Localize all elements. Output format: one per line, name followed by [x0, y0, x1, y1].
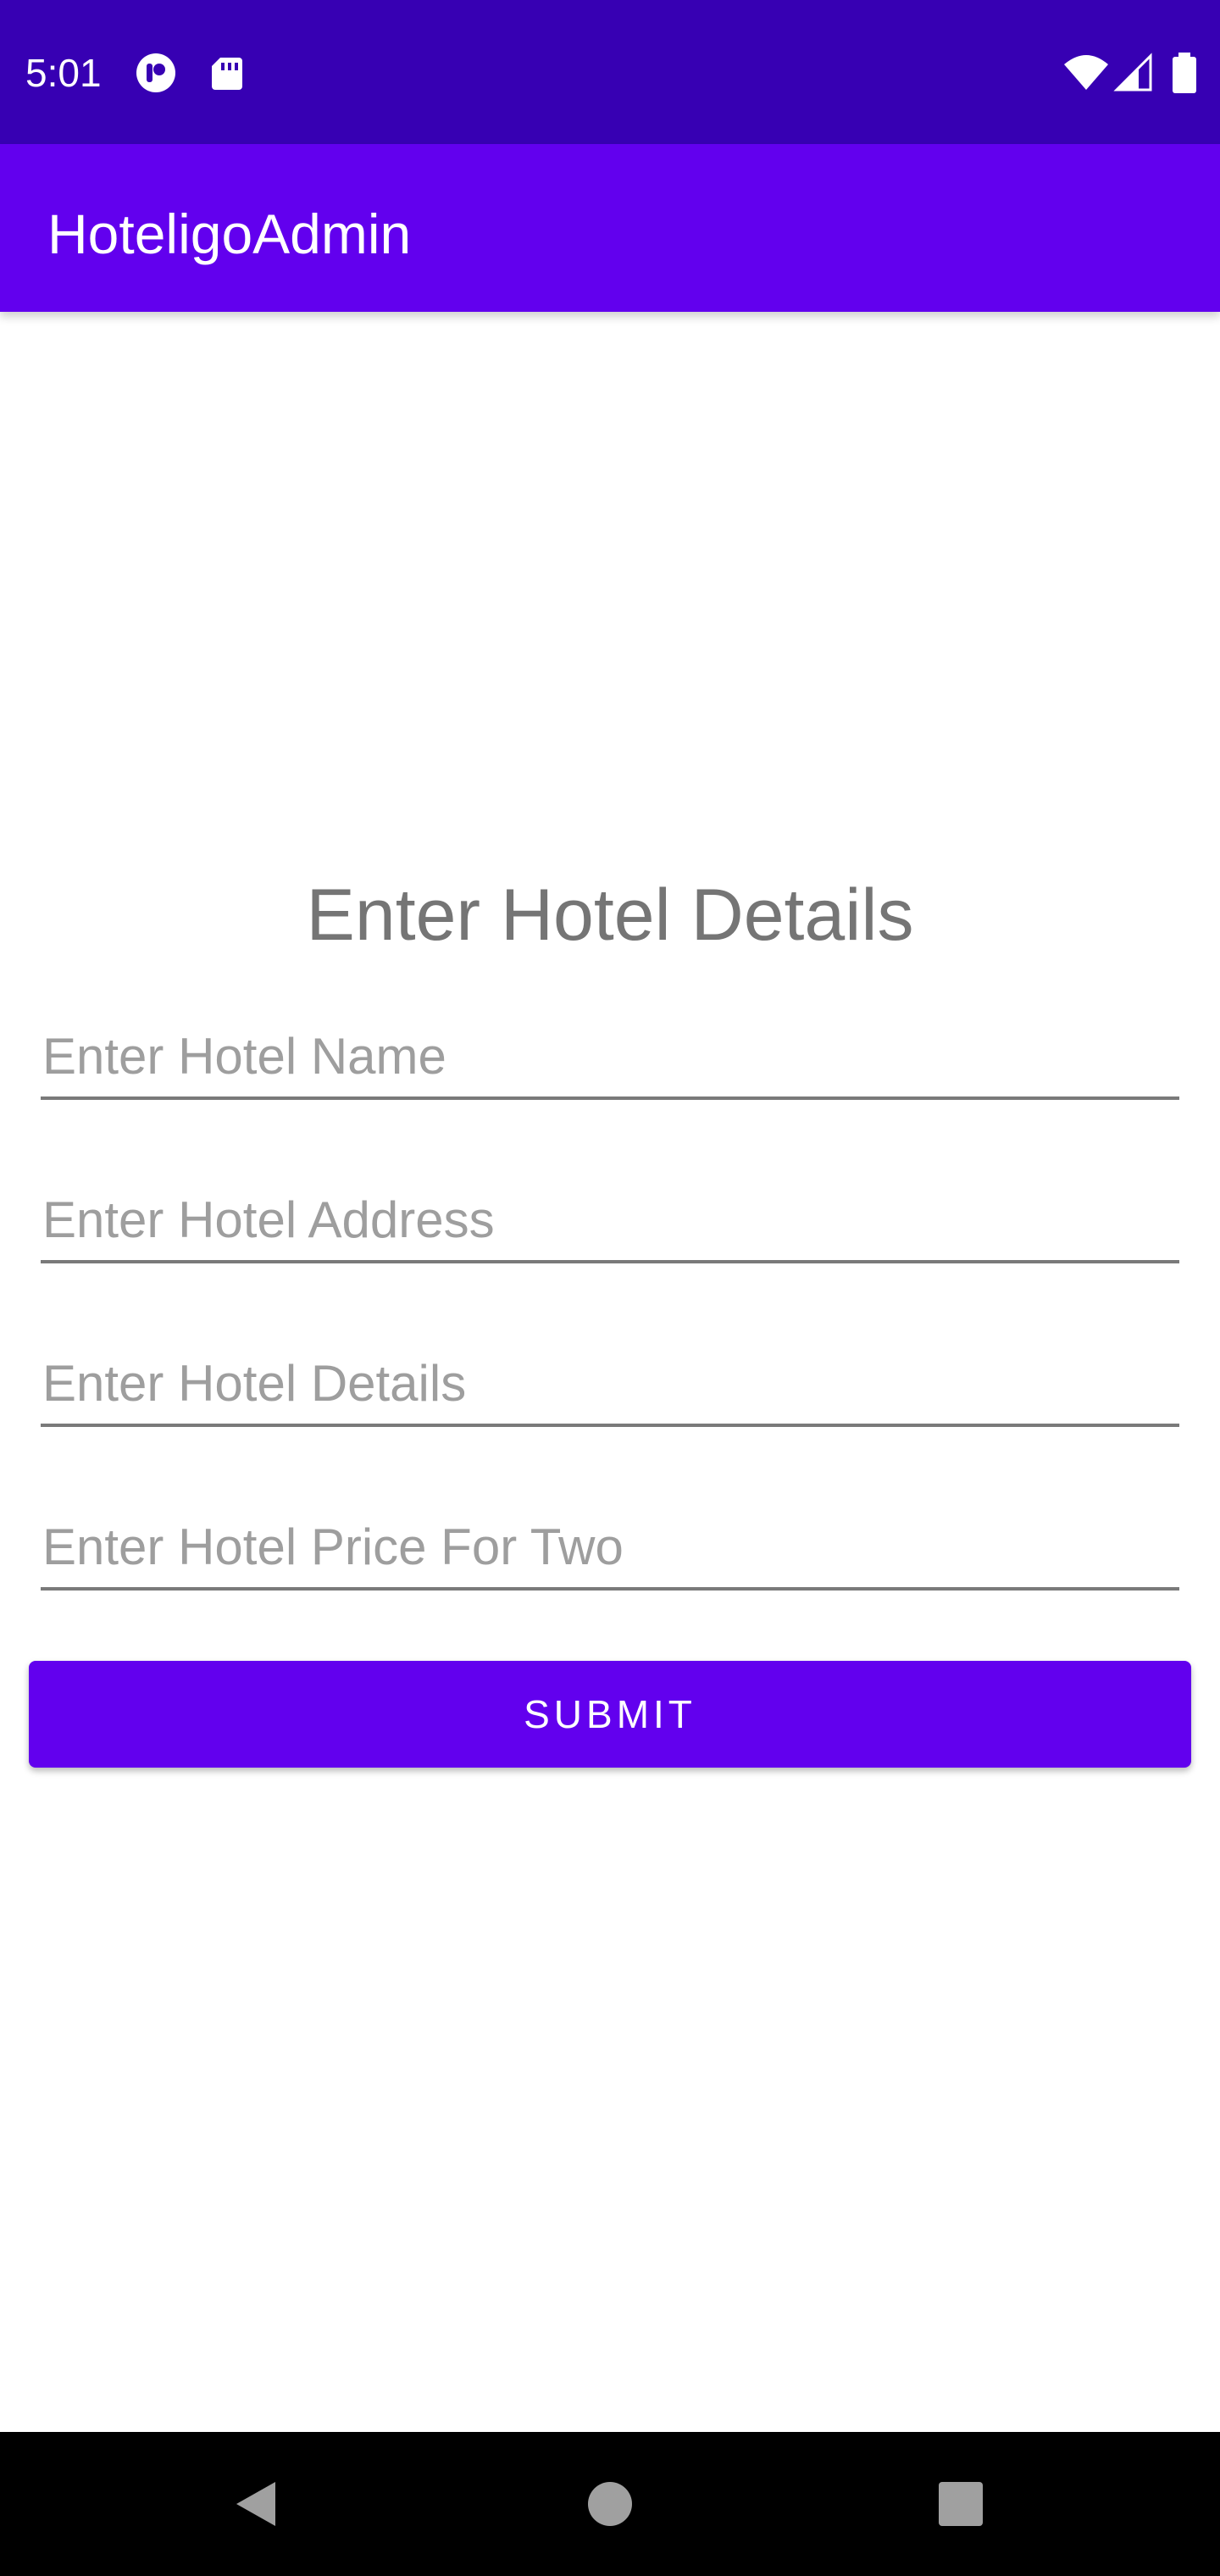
status-time: 5:01	[25, 51, 102, 95]
hotel-details-field	[41, 1342, 1179, 1427]
hotel-address-field	[41, 1179, 1179, 1263]
home-icon[interactable]	[568, 2462, 652, 2546]
form-heading: Enter Hotel Details	[306, 874, 914, 956]
hotel-price-field	[41, 1506, 1179, 1591]
battery-icon	[1171, 53, 1198, 93]
hotel-name-field	[41, 1015, 1179, 1100]
wifi-icon	[1062, 53, 1110, 93]
hotel-name-input[interactable]	[42, 1015, 1169, 1096]
recents-icon[interactable]	[918, 2462, 1003, 2546]
back-icon[interactable]	[213, 2462, 297, 2546]
status-bar: 5:01	[0, 0, 1220, 144]
hotel-address-input[interactable]	[42, 1179, 1169, 1260]
signal-icon	[1113, 53, 1154, 93]
app-bar: HoteligoAdmin	[0, 144, 1220, 312]
hotel-details-input[interactable]	[42, 1342, 1169, 1424]
hotel-price-input[interactable]	[42, 1506, 1169, 1587]
navigation-bar	[0, 2432, 1220, 2576]
submit-button[interactable]: SUBMIT	[29, 1661, 1191, 1768]
sd-card-icon	[207, 53, 247, 93]
app-title: HoteligoAdmin	[47, 203, 412, 265]
podcast-icon	[136, 53, 176, 93]
